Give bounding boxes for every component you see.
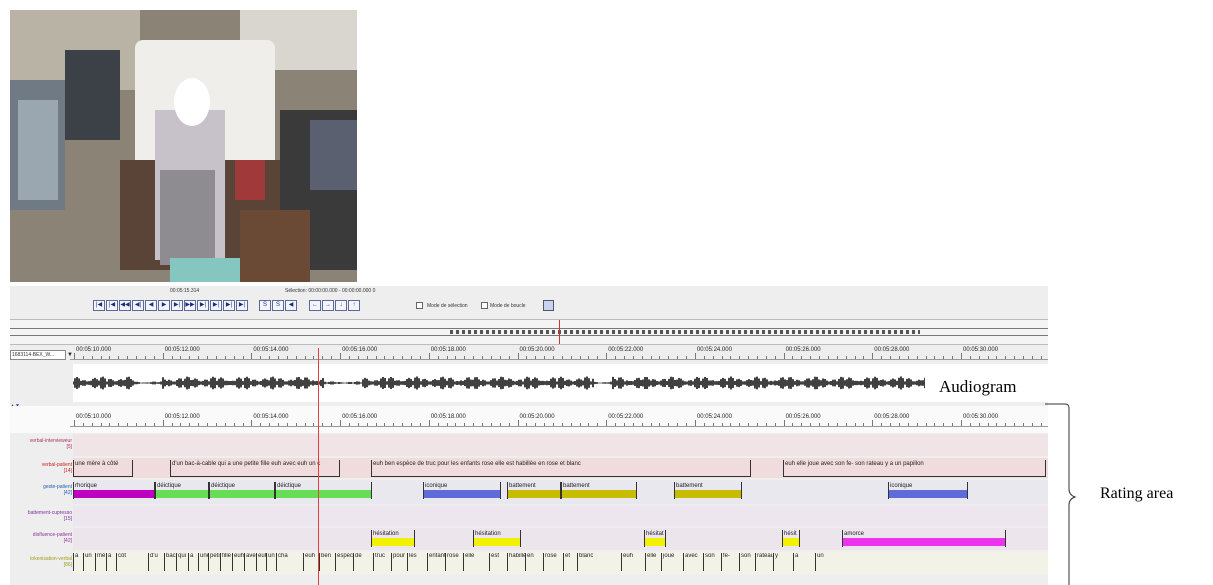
- token-annotation[interactable]: pour: [391, 553, 407, 571]
- verbal-annotation[interactable]: d'un bac-à-cable qui a une petite fille …: [170, 460, 340, 477]
- disfluence-annotation[interactable]: hésitation: [371, 530, 415, 547]
- token-annotation[interactable]: rose: [543, 553, 563, 571]
- disfluence-annotation[interactable]: hésit: [782, 530, 800, 547]
- token-annotation[interactable]: ave: [244, 553, 256, 571]
- token-annotation[interactable]: elle: [463, 553, 489, 571]
- token-annotation[interactable]: fe-: [721, 553, 739, 571]
- token-annotation[interactable]: en: [525, 553, 543, 571]
- gesture-annotation[interactable]: déictique: [275, 482, 372, 499]
- token-annotation[interactable]: euh: [621, 553, 645, 571]
- tier-row[interactable]: aunmèàcôtd'ubacquiaunepetifilleeuhaveeuh…: [73, 552, 1048, 574]
- gesture-annotation[interactable]: déictique: [209, 482, 275, 499]
- token-annotation[interactable]: bac: [164, 553, 176, 571]
- token-annotation[interactable]: elle: [645, 553, 661, 571]
- token-annotation[interactable]: a: [188, 553, 198, 571]
- token-annotation[interactable]: un: [815, 553, 831, 571]
- verbal-annotation[interactable]: une mère à côté: [73, 460, 133, 477]
- tier-row[interactable]: [73, 434, 1048, 456]
- token-annotation[interactable]: son: [739, 553, 755, 571]
- gesture-annotation[interactable]: iconique: [423, 482, 501, 499]
- rating-area-brace: [1045, 403, 1077, 585]
- token-annotation[interactable]: un: [266, 553, 276, 571]
- token-annotation[interactable]: peti: [208, 553, 220, 571]
- tier-row[interactable]: une mère à côté d'un bac-à-cable qui a un…: [73, 458, 1048, 478]
- token-annotation[interactable]: ben: [319, 553, 335, 571]
- token-annotation[interactable]: habillé: [507, 553, 525, 571]
- token-annotation[interactable]: qui: [176, 553, 188, 571]
- token-annotation[interactable]: d'u: [148, 553, 164, 571]
- token-annotation[interactable]: a: [793, 553, 815, 571]
- token-annotation[interactable]: est: [489, 553, 507, 571]
- token-annotation[interactable]: rose: [445, 553, 463, 571]
- disfluence-annotation[interactable]: hésitat: [644, 530, 666, 547]
- verbal-annotation[interactable]: euh ben espèce de truc pour les enfants …: [371, 460, 751, 477]
- annotation-tool-panel: 00:05:15.314 Sélection: 00:00:00.000 - 0…: [10, 286, 1048, 585]
- token-annotation[interactable]: et: [563, 553, 577, 571]
- token-annotation[interactable]: à: [106, 553, 116, 571]
- token-annotation[interactable]: de: [353, 553, 373, 571]
- token-annotation[interactable]: euh: [256, 553, 266, 571]
- token-annotation[interactable]: son: [703, 553, 721, 571]
- token-annotation[interactable]: un: [83, 553, 95, 571]
- gesture-annotation[interactable]: iconique: [888, 482, 968, 499]
- gesture-annotation[interactable]: déictique: [155, 482, 209, 499]
- token-annotation[interactable]: mè: [95, 553, 106, 571]
- tier-row[interactable]: [73, 506, 1048, 526]
- token-annotation[interactable]: espèc: [335, 553, 353, 571]
- token-annotation[interactable]: truc: [373, 553, 391, 571]
- tier-row[interactable]: hésitation hésitation hésitat hésit amorce: [73, 528, 1048, 550]
- tier-row[interactable]: rhorique déictique déictique déictique iconi…: [73, 480, 1048, 504]
- token-annotation[interactable]: blanc: [577, 553, 593, 571]
- token-annotation[interactable]: rateau: [755, 553, 773, 571]
- gesture-annotation[interactable]: battement: [507, 482, 561, 499]
- playhead-cursor[interactable]: [318, 348, 319, 585]
- token-annotation[interactable]: joue: [661, 553, 683, 571]
- verbal-annotation[interactable]: euh elle joue avec son fe- son rateau y …: [783, 460, 1046, 477]
- token-annotation[interactable]: fille: [220, 553, 232, 571]
- gesture-annotation[interactable]: battement: [561, 482, 637, 499]
- audiogram-annotation: Audiogram: [925, 373, 1049, 401]
- token-annotation[interactable]: euh: [232, 553, 244, 571]
- disfluence-annotation[interactable]: hésitation: [473, 530, 521, 547]
- rating-area-annotation: Rating area: [1100, 485, 1174, 502]
- token-annotation[interactable]: avec: [683, 553, 703, 571]
- token-annotation[interactable]: une: [198, 553, 208, 571]
- token-annotation[interactable]: a: [73, 553, 83, 571]
- tier-area: une mère à côté d'un bac-à-cable qui a un…: [10, 286, 1048, 585]
- token-annotation[interactable]: les: [407, 553, 427, 571]
- video-frame: [10, 10, 357, 282]
- gesture-annotation[interactable]: rhorique: [73, 482, 155, 499]
- token-annotation[interactable]: enfant: [427, 553, 445, 571]
- video-still: [10, 10, 357, 282]
- token-annotation[interactable]: côt: [116, 553, 130, 571]
- token-annotation[interactable]: cha: [276, 553, 288, 571]
- token-annotation[interactable]: y: [773, 553, 793, 571]
- disfluence-annotation[interactable]: amorce: [842, 530, 1006, 547]
- gesture-annotation[interactable]: battement: [674, 482, 742, 499]
- token-annotation[interactable]: euh: [303, 553, 319, 571]
